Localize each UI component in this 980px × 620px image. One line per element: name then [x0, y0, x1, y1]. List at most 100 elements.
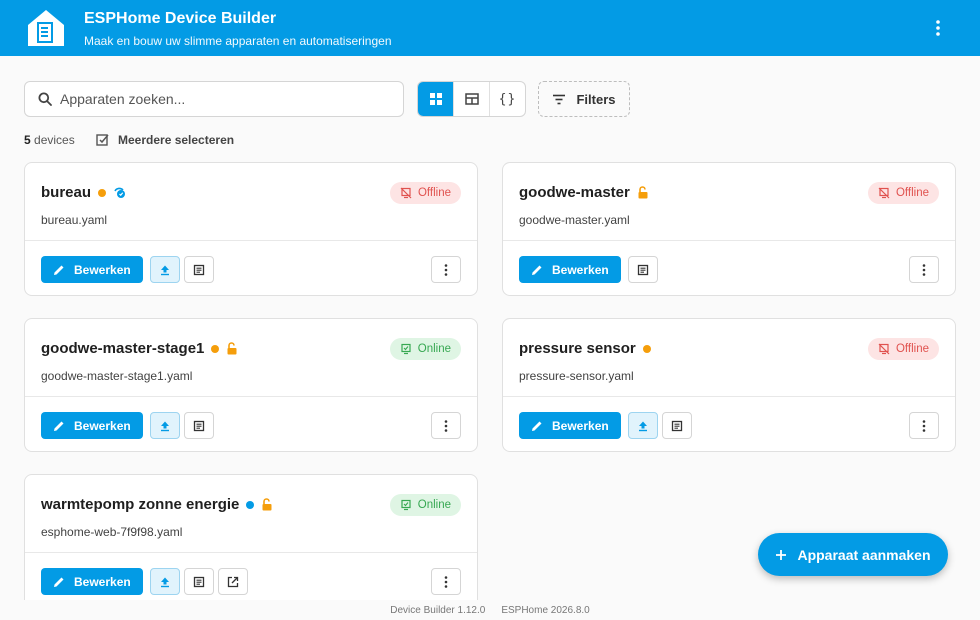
card-more-button[interactable] [431, 568, 461, 595]
filters-label: Filters [576, 91, 616, 107]
more-vertical-icon [444, 419, 448, 432]
logs-button[interactable] [183, 256, 214, 283]
pending-update-dot [642, 344, 651, 353]
edit-button[interactable]: Bewerken [519, 256, 621, 283]
checkbox-multiple-icon [96, 134, 109, 146]
status-text: Offline [417, 187, 451, 199]
device-count-number: 5 [24, 133, 31, 147]
install-update-button[interactable] [149, 256, 180, 283]
filter-icon [553, 94, 566, 104]
device-name: pressure sensor [519, 340, 651, 357]
device-card-bureau: bureau bureau.yaml Offline Bewerken [24, 162, 478, 296]
header-menu-button[interactable] [926, 16, 950, 40]
upload-icon [638, 421, 647, 431]
status-badge: Online [389, 494, 461, 516]
device-card-header: pressure sensor pressure-sensor.yaml Off… [503, 319, 955, 397]
edit-button[interactable]: Bewerken [41, 256, 143, 283]
offline-icon [878, 343, 890, 355]
card-more-button[interactable] [909, 412, 939, 439]
adopted-dot [246, 500, 255, 509]
more-vertical-icon [936, 20, 940, 36]
pencil-icon [532, 265, 542, 275]
install-update-button[interactable] [149, 412, 180, 439]
edit-button[interactable]: Bewerken [519, 412, 621, 439]
grid-view-button[interactable] [418, 82, 454, 116]
esphome-logo-icon [28, 10, 64, 46]
card-more-button[interactable] [431, 412, 461, 439]
device-config-file: goodwe-master-stage1.yaml [41, 369, 193, 383]
upload-icon [160, 577, 169, 587]
unlocked-icon [637, 186, 649, 199]
footer: Device Builder 1.12.0 ESPHome 2026.8.0 [0, 600, 980, 620]
offline-icon [400, 187, 412, 199]
pencil-icon [54, 421, 64, 431]
install-update-button[interactable] [149, 568, 180, 595]
device-config-file: bureau.yaml [41, 213, 108, 227]
device-name-text: goodwe-master [519, 184, 630, 201]
device-card-header: goodwe-master-stage1 goodwe-master-stage… [25, 319, 477, 397]
device-card-goodwe-master-stage1: goodwe-master-stage1 goodwe-master-stage… [24, 318, 478, 452]
device-name-text: bureau [41, 184, 92, 201]
app-title: ESPHome Device Builder [84, 10, 277, 27]
card-actions: Bewerken [519, 256, 658, 283]
status-text: Offline [895, 343, 929, 355]
multi-select-button[interactable]: Meerdere selecteren [96, 133, 234, 147]
filters-button[interactable]: Filters [538, 81, 630, 117]
search-input[interactable] [60, 91, 380, 107]
search-icon [38, 92, 52, 106]
logs-button[interactable] [183, 568, 214, 595]
device-count-unit: devices [34, 133, 75, 147]
logs-icon [193, 576, 204, 587]
device-card-header: goodwe-master goodwe-master.yaml Offline [503, 163, 955, 241]
upload-icon [160, 421, 169, 431]
multi-select-label: Meerdere selecteren [118, 133, 235, 147]
online-icon [401, 499, 411, 511]
grid-icon [429, 93, 442, 105]
card-actions: Bewerken [519, 412, 692, 439]
app-subtitle: Maak en bouw uw slimme apparaten en auto… [84, 34, 392, 48]
more-vertical-icon [922, 263, 926, 276]
builder-version: Device Builder 1.12.0 [390, 604, 486, 616]
device-name-text: pressure sensor [519, 340, 636, 357]
open-web-button[interactable] [217, 568, 248, 595]
device-card-header: warmtepomp zonne energie esphome-web-7f9… [25, 475, 477, 553]
plus-icon [776, 549, 787, 560]
code-braces-icon: {} [498, 91, 517, 107]
edit-label: Bewerken [552, 262, 609, 277]
table-view-button[interactable] [454, 82, 490, 116]
device-config-file: pressure-sensor.yaml [519, 369, 634, 383]
esphome-version: ESPHome 2026.8.0 [501, 604, 590, 616]
logs-button[interactable] [627, 256, 658, 283]
logs-button[interactable] [661, 412, 692, 439]
device-name: goodwe-master [519, 184, 649, 201]
logs-icon [193, 264, 204, 275]
unlocked-icon [226, 342, 238, 355]
edit-button[interactable]: Bewerken [41, 412, 143, 439]
logs-icon [671, 420, 682, 431]
open-external-icon [227, 576, 238, 587]
create-device-button[interactable]: Apparaat aanmaken [758, 533, 948, 576]
device-count: 5 devices [24, 133, 75, 147]
card-more-button[interactable] [909, 256, 939, 283]
card-actions: Bewerken [41, 256, 214, 283]
json-view-button[interactable]: {} [490, 82, 525, 116]
edit-button[interactable]: Bewerken [41, 568, 143, 595]
edit-label: Bewerken [552, 418, 609, 433]
install-update-button[interactable] [627, 412, 658, 439]
device-name: goodwe-master-stage1 [41, 340, 238, 357]
online-icon [401, 343, 411, 355]
edit-label: Bewerken [74, 418, 131, 433]
device-card-warmtepomp-zonne-energie: warmtepomp zonne energie esphome-web-7f9… [24, 474, 478, 608]
status-text: Online [417, 499, 451, 511]
logs-button[interactable] [183, 412, 214, 439]
create-device-label: Apparaat aanmaken [797, 546, 931, 563]
offline-icon [878, 187, 890, 199]
wifi-sync-icon [113, 186, 126, 199]
device-config-file: esphome-web-7f9f98.yaml [41, 525, 183, 539]
device-name-text: warmtepomp zonne energie [41, 496, 240, 513]
device-name: bureau [41, 184, 126, 201]
status-badge: Offline [867, 182, 939, 204]
card-more-button[interactable] [431, 256, 461, 283]
device-config-file: goodwe-master.yaml [519, 213, 630, 227]
search-box [24, 81, 404, 117]
